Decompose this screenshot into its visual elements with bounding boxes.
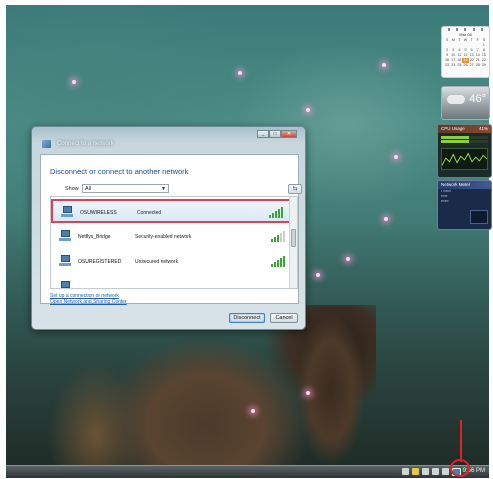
scrollbar-thumb[interactable]	[291, 229, 296, 247]
dialog-content: Disconnect or connect to another network…	[40, 154, 302, 305]
network-icon	[61, 206, 73, 218]
wallpaper-star	[238, 71, 242, 75]
network-name: Netflys_Bridge	[78, 234, 111, 240]
show-filter-select[interactable]: All ▼	[82, 184, 169, 193]
connect-to-network-dialog: _ □ ✕ Connect to a network Disconnect or…	[31, 126, 306, 330]
annotation-circle	[450, 459, 470, 477]
network-meter-graph	[470, 210, 488, 224]
show-label: Show	[65, 186, 79, 192]
minimize-button[interactable]: _	[257, 130, 269, 138]
signal-strength-icon	[271, 256, 285, 267]
wallpaper-star	[382, 63, 386, 67]
wallpaper-star	[306, 108, 310, 112]
network-row[interactable]: OSUWIRELESS Connected	[51, 199, 291, 223]
weather-gadget[interactable]: 46°	[441, 86, 490, 120]
network-status: Unsecured network	[135, 259, 179, 265]
taskbar: 9:56 PM	[6, 465, 489, 478]
network-icon	[59, 281, 71, 288]
volume-icon[interactable]	[442, 468, 449, 475]
wallpaper-star	[346, 257, 350, 261]
network-name: OSUREGISTERED	[78, 259, 122, 265]
cpu-gadget-title: CPU Usage	[441, 126, 465, 131]
annotation-arrow	[460, 420, 462, 462]
wallpaper-star	[316, 273, 320, 277]
wallpaper-star	[384, 217, 388, 221]
network-meter-title: Network Meter	[441, 182, 471, 187]
cpu-bars	[438, 133, 491, 146]
calendar-grid: S M T W T F S 1 2 3 4 5 6 7 8 9 10 11 12 13 14 15 16 17 18 19 20 21…	[442, 37, 489, 69]
list-scrollbar[interactable]	[289, 197, 297, 288]
cpu-core-bar	[441, 140, 488, 143]
network-row[interactable]	[51, 276, 291, 288]
wallpaper-star	[251, 409, 255, 413]
dialog-title: Connect to a network	[57, 141, 114, 147]
network-meter-gadget[interactable]: Network Meter ▪ ▪▪▪▪▪▪ ▪▪▪▪▪ ▪▪▪▪▪▪	[437, 180, 492, 230]
show-filter-value: All	[85, 186, 92, 192]
cpu-graph	[441, 148, 488, 170]
calendar-gadget[interactable]: Mar 08 S M T W T F S 1 2 3 4 5 6 7 8 9 10 11 12 13 14 15 16 17 1…	[441, 26, 490, 78]
cpu-gadget-header: CPU Usage 41%	[438, 125, 491, 133]
network-sharing-center-link[interactable]: Open Network and Sharing Center	[50, 299, 127, 305]
tray-app-icon[interactable]	[432, 468, 439, 475]
cpu-gadget-value: 41%	[478, 126, 488, 131]
network-name: OSUWIRELESS	[80, 210, 117, 216]
tray-app-icon[interactable]	[422, 468, 429, 475]
signal-strength-icon	[269, 207, 283, 218]
window-controls: _ □ ✕	[257, 130, 297, 138]
network-list: OSUWIRELESS Connected Netflys_Bridge Sec…	[50, 196, 298, 289]
disconnect-button[interactable]: Disconnect	[229, 313, 265, 323]
cloud-icon	[447, 95, 465, 104]
cpu-usage-gadget[interactable]: CPU Usage 41%	[437, 124, 492, 178]
network-icon	[59, 255, 71, 267]
wallpaper-star	[394, 155, 398, 159]
network-meter-header: Network Meter	[438, 181, 491, 189]
cpu-core-bar	[441, 136, 488, 139]
network-icon	[42, 140, 51, 148]
wallpaper-star	[306, 391, 310, 395]
network-meter-line: ▪▪▪▪▪▪	[441, 199, 449, 203]
calendar-day[interactable]: 29	[481, 63, 487, 68]
refresh-button[interactable]: ⇆	[288, 184, 302, 194]
signal-strength-icon	[271, 231, 285, 242]
dialog-instruction: Disconnect or connect to another network	[50, 167, 189, 176]
wallpaper-star	[72, 80, 76, 84]
network-status: Security-enabled network	[135, 234, 192, 240]
chevron-down-icon: ▼	[161, 186, 166, 192]
dialog-titlebar[interactable]: _ □ ✕	[36, 130, 301, 150]
network-icon	[59, 230, 71, 242]
close-button[interactable]: ✕	[281, 130, 297, 138]
network-row[interactable]: OSUREGISTERED Unsecured network	[51, 250, 291, 274]
network-row[interactable]: Netflys_Bridge Security-enabled network	[51, 225, 291, 249]
cancel-button[interactable]: Cancel	[270, 313, 298, 323]
maximize-button[interactable]: □	[269, 130, 281, 138]
network-status: Connected	[137, 210, 162, 216]
show-hidden-icon[interactable]	[402, 468, 409, 475]
folder-icon[interactable]	[412, 468, 419, 475]
weather-temperature: 46°	[469, 93, 486, 105]
